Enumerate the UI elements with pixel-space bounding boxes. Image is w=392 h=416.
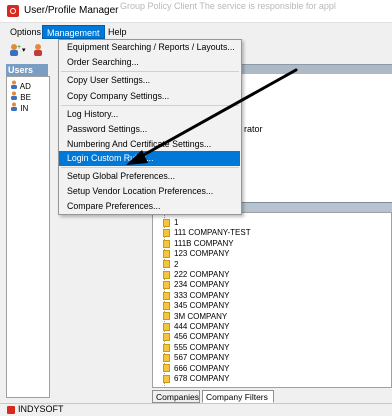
menu-item-copy-user-settings[interactable]: Copy User Settings... (67, 73, 150, 88)
company-tree-item[interactable]: 444 COMPANY (163, 322, 229, 332)
company-tree-item[interactable]: 111B COMPANY (163, 239, 234, 249)
company-tree-item[interactable]: 555 COMPANY (163, 343, 229, 353)
user-row[interactable]: IN (10, 102, 28, 113)
company-tree-item[interactable]: 666 COMPANY (163, 364, 229, 374)
menu-item-compare-preferences[interactable]: Compare Preferences... (67, 199, 160, 214)
company-tree-item[interactable]: 345 COMPANY (163, 301, 229, 311)
company-name: 567 COMPANY (174, 353, 230, 363)
company-name: 234 COMPANY (174, 280, 230, 290)
menu-separator (61, 167, 239, 168)
folder-icon (163, 343, 170, 352)
user-row[interactable]: BE (10, 91, 31, 102)
folder-icon (163, 229, 170, 238)
menu-item-setup-global-preferences[interactable]: Setup Global Preferences... (67, 169, 175, 184)
menu-item-copy-company-settings[interactable]: Copy Company Settings... (67, 89, 169, 104)
users-header: Users (6, 64, 48, 76)
tab-companies[interactable]: Companies (152, 390, 200, 403)
company-name: 333 COMPANY (174, 290, 230, 300)
company-tree-item[interactable]: 1 (163, 218, 178, 228)
company-tree-item[interactable]: 123 COMPANY (163, 249, 229, 259)
folder-icon (163, 354, 170, 363)
status-text: INDYSOFT (18, 404, 64, 414)
user-row[interactable]: AD (10, 80, 31, 91)
company-name: 666 COMPANY (174, 363, 230, 373)
company-tree-item[interactable]: 567 COMPANY (163, 353, 229, 363)
folder-icon (163, 218, 170, 227)
svg-text:+: + (17, 44, 21, 51)
folder-icon (163, 312, 170, 321)
window-title: User/Profile Manager (24, 5, 119, 16)
menu-item-login-custom-rules[interactable]: Login Custom Rules... (67, 151, 154, 166)
user-icon (11, 91, 17, 100)
menu-item-setup-vendor-location[interactable]: Setup Vendor Location Preferences... (67, 184, 213, 199)
company-name: 111B COMPANY (174, 238, 234, 248)
user-edit-icon[interactable] (32, 43, 46, 57)
folder-icon (163, 270, 170, 279)
menu-help[interactable]: Help (104, 25, 131, 39)
folder-icon (163, 322, 170, 331)
tab-company-filters[interactable]: Company Filters (202, 390, 274, 403)
company-tree-item[interactable]: 456 COMPANY (163, 332, 229, 342)
company-name: 456 COMPANY (174, 332, 230, 342)
folder-icon (163, 374, 170, 383)
folder-icon (163, 302, 170, 311)
company-tree-item[interactable]: 678 COMPANY (163, 374, 229, 384)
company-name: 3M COMPANY (174, 311, 228, 321)
company-name: 555 COMPANY (174, 342, 230, 352)
user-name: IN (20, 104, 29, 113)
details-text-fragment: rator (244, 124, 263, 134)
company-tree-item[interactable]: 111 COMPANY-TEST (163, 228, 251, 238)
company-name: 2 (174, 259, 179, 269)
company-name: 678 COMPANY (174, 374, 230, 383)
add-user-icon[interactable]: + (8, 43, 22, 57)
company-tree-item[interactable]: 333 COMPANY (163, 291, 229, 301)
company-name: 345 COMPANY (174, 301, 230, 311)
menu-separator (61, 105, 239, 106)
folder-icon (163, 250, 170, 259)
menu-item-equipment-searching[interactable]: Equipment Searching / Reports / Layouts.… (67, 40, 235, 55)
folder-icon (163, 260, 170, 269)
menu-options[interactable]: Options (6, 25, 45, 39)
company-name: 123 COMPANY (174, 249, 230, 259)
user-icon (11, 80, 17, 89)
status-icon (7, 406, 15, 414)
company-tree-item[interactable]: 3M COMPANY (163, 312, 227, 322)
company-name: 222 COMPANY (174, 270, 230, 279)
toolbar-dropdown-caret[interactable]: ▾ (22, 46, 26, 54)
company-tree-item[interactable]: 222 COMPANY (163, 270, 229, 280)
user-name: AD (19, 82, 31, 91)
users-list[interactable] (6, 76, 50, 398)
company-tree-item[interactable]: 2 (163, 260, 178, 270)
menu-item-order-searching[interactable]: Order Searching... (67, 55, 139, 70)
company-name: 111 COMPANY-TEST (174, 228, 251, 238)
folder-icon (163, 333, 170, 342)
background-window-text: Group Policy Client The service is respo… (120, 1, 336, 11)
folder-icon (163, 364, 170, 373)
folder-icon (163, 291, 170, 300)
company-tree-item[interactable]: 234 COMPANY (163, 280, 229, 290)
company-name: 444 COMPANY (174, 322, 230, 331)
menu-item-password-settings[interactable]: Password Settings... (67, 122, 147, 137)
user-icon (11, 102, 17, 111)
menu-separator (61, 71, 239, 72)
folder-icon (163, 281, 170, 290)
menu-item-log-history[interactable]: Log History... (67, 107, 118, 122)
user-name: BE (20, 93, 31, 102)
company-name: 1 (174, 218, 179, 227)
menu-management[interactable]: Management (42, 25, 105, 39)
app-icon (7, 5, 19, 17)
folder-icon (163, 239, 170, 248)
menu-item-numbering-certificate[interactable]: Numbering And Certificate Settings... (67, 137, 211, 152)
